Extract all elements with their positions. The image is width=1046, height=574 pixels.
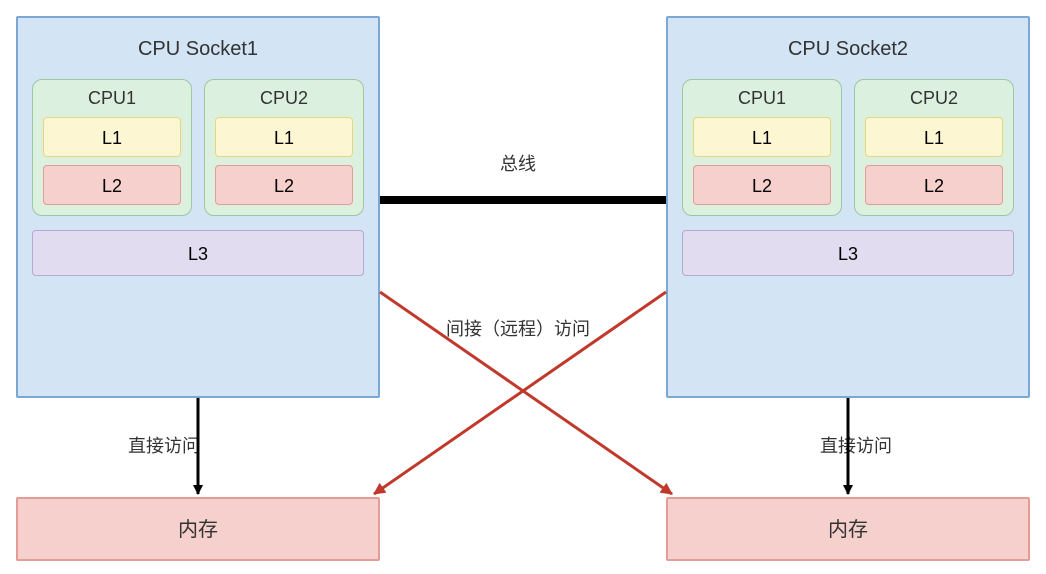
socket2-core2: CPU2 L1 L2 [854,79,1014,216]
socket1-cores: CPU1 L1 L2 CPU2 L1 L2 [18,79,378,216]
socket2-core2-title: CPU2 [865,88,1003,109]
socket2-title: CPU Socket2 [668,38,1028,61]
socket1-core1-l2: L2 [43,165,181,205]
socket1-title: CPU Socket1 [18,38,378,61]
cpu-socket-2: CPU Socket2 CPU1 L1 L2 CPU2 L1 L2 L3 [666,16,1030,398]
socket1-core2-title: CPU2 [215,88,353,109]
socket1-core2-l2: L2 [215,165,353,205]
socket1-l3: L3 [32,230,364,276]
bus-label: 总线 [500,150,536,176]
socket1-core1-title: CPU1 [43,88,181,109]
indirect-label: 间接（远程）访问 [446,315,590,341]
socket2-core2-l2: L2 [865,165,1003,205]
socket2-cores: CPU1 L1 L2 CPU2 L1 L2 [668,79,1028,216]
socket1-core1-l1: L1 [43,117,181,157]
cpu-socket-1: CPU Socket1 CPU1 L1 L2 CPU2 L1 L2 L3 [16,16,380,398]
socket2-l3: L3 [682,230,1014,276]
socket2-core2-l1: L1 [865,117,1003,157]
direct-left-label: 直接访问 [128,432,200,458]
socket1-core1: CPU1 L1 L2 [32,79,192,216]
direct-right-label: 直接访问 [820,432,892,458]
socket1-core2-l1: L1 [215,117,353,157]
socket2-core1-title: CPU1 [693,88,831,109]
socket2-core1: CPU1 L1 L2 [682,79,842,216]
socket1-core2: CPU2 L1 L2 [204,79,364,216]
memory-left: 内存 [16,497,380,561]
memory-right: 内存 [666,497,1030,561]
socket2-core1-l1: L1 [693,117,831,157]
socket2-core1-l2: L2 [693,165,831,205]
